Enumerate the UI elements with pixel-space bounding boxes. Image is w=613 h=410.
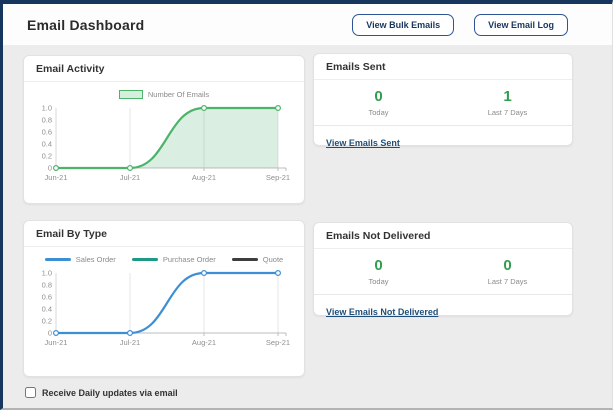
emails-not-delivered-stat-today: 0 Today [314, 258, 443, 286]
svg-text:Sep-21: Sep-21 [266, 173, 290, 182]
emails-not-delivered-card-title: Emails Not Delivered [314, 223, 572, 249]
daily-updates-option: Receive Daily updates via email [25, 387, 178, 398]
svg-text:Jun-21: Jun-21 [45, 338, 68, 347]
email-activity-card-title: Email Activity [24, 56, 304, 82]
emails-not-delivered-stat-last-7-days: 0 Last 7 Days [443, 258, 572, 286]
svg-text:0.4: 0.4 [42, 140, 52, 149]
legend-label: Sales Order [76, 255, 116, 264]
emails-not-delivered-card: Emails Not Delivered 0 Today 0 Last 7 Da… [313, 222, 573, 316]
legend-item: Sales Order [45, 255, 116, 264]
svg-text:0.6: 0.6 [42, 128, 52, 137]
svg-text:0.2: 0.2 [42, 317, 52, 326]
view-bulk-emails-button[interactable]: View Bulk Emails [352, 14, 454, 36]
legend-swatch-icon [119, 90, 143, 99]
view-email-log-button[interactable]: View Email Log [474, 14, 568, 36]
emails-sent-stat-today: 0 Today [314, 89, 443, 117]
email-by-type-legend: Sales Order Purchase Order Quote [24, 253, 304, 265]
stat-value: 0 [314, 89, 443, 105]
receive-daily-updates-checkbox[interactable] [25, 387, 36, 398]
svg-text:0.8: 0.8 [42, 116, 52, 125]
header-buttons: View Bulk Emails View Email Log [352, 14, 568, 36]
email-by-type-chart: 0 0.2 0.4 0.6 0.8 1.0 Jun-21 Jul-21 Aug-21 Sep-21 [24, 265, 304, 364]
email-activity-legend: Number Of Emails [24, 88, 304, 100]
legend-item: Number Of Emails [119, 90, 209, 99]
stat-label: Last 7 Days [443, 277, 572, 286]
emails-sent-card: Emails Sent 0 Today 1 Last 7 Days View E… [313, 53, 573, 146]
svg-text:1.0: 1.0 [42, 269, 52, 278]
emails-sent-card-title: Emails Sent [314, 54, 572, 80]
emails-sent-stats: 0 Today 1 Last 7 Days [314, 80, 572, 125]
svg-text:Aug-21: Aug-21 [192, 173, 216, 182]
svg-text:Jul-21: Jul-21 [120, 173, 140, 182]
svg-text:0.4: 0.4 [42, 305, 52, 314]
legend-label: Purchase Order [163, 255, 216, 264]
svg-text:0.6: 0.6 [42, 293, 52, 302]
view-emails-sent-link[interactable]: View Emails Sent [326, 138, 400, 148]
email-activity-chart: 0 0.2 0.4 0.6 0.8 1.0 Jun-21 Jul-21 Aug-21 Sep-21 [24, 100, 304, 199]
emails-not-delivered-link-row: View Emails Not Delivered [314, 294, 572, 327]
svg-text:Sep-21: Sep-21 [266, 338, 290, 347]
stat-value: 1 [443, 89, 572, 105]
email-dashboard-page: Email Dashboard View Bulk Emails View Em… [0, 0, 613, 410]
stat-value: 0 [443, 258, 572, 274]
legend-swatch-icon [45, 258, 71, 261]
view-emails-not-delivered-link[interactable]: View Emails Not Delivered [326, 307, 438, 317]
page-header: Email Dashboard View Bulk Emails View Em… [3, 4, 612, 45]
email-by-type-card-title: Email By Type [24, 221, 304, 247]
svg-text:0: 0 [48, 164, 52, 173]
svg-text:Jul-21: Jul-21 [120, 338, 140, 347]
svg-text:0.8: 0.8 [42, 281, 52, 290]
stat-value: 0 [314, 258, 443, 274]
emails-not-delivered-stats: 0 Today 0 Last 7 Days [314, 249, 572, 294]
svg-text:Aug-21: Aug-21 [192, 338, 216, 347]
email-activity-card: Email Activity Number Of Emails 00.20.40… [23, 55, 305, 204]
email-by-type-card: Email By Type Sales Order Purchase Order Q… [23, 220, 305, 377]
stat-label: Last 7 Days [443, 108, 572, 117]
legend-item: Quote [232, 255, 283, 264]
emails-sent-stat-last-7-days: 1 Last 7 Days [443, 89, 572, 117]
page-title: Email Dashboard [27, 17, 144, 33]
svg-text:0.2: 0.2 [42, 152, 52, 161]
receive-daily-updates-label: Receive Daily updates via email [42, 388, 178, 398]
svg-text:0: 0 [48, 329, 52, 338]
emails-sent-link-row: View Emails Sent [314, 125, 572, 158]
stat-label: Today [314, 277, 443, 286]
legend-swatch-icon [132, 258, 158, 261]
legend-label: Number Of Emails [148, 90, 209, 99]
legend-label: Quote [263, 255, 283, 264]
svg-text:Jun-21: Jun-21 [45, 173, 68, 182]
stat-label: Today [314, 108, 443, 117]
legend-item: Purchase Order [132, 255, 216, 264]
svg-text:1.0: 1.0 [42, 104, 52, 113]
legend-swatch-icon [232, 258, 258, 261]
